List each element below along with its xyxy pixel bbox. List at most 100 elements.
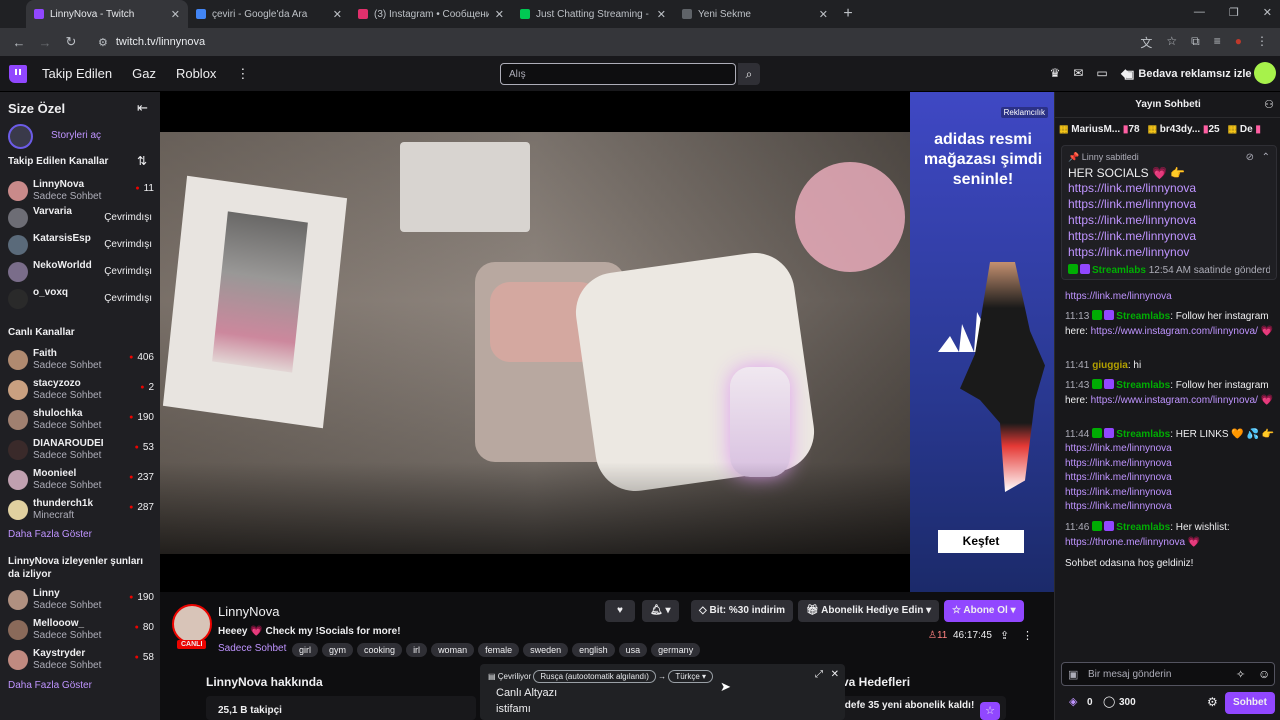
sidebar-channel[interactable]: KatarsisEsp Çevrimdışı [8, 233, 154, 259]
leaderboard-entry[interactable]: ▦ MariusM... ▮78 [1059, 124, 1140, 135]
pinned-link[interactable]: https://link.me/linnynova [1068, 196, 1270, 212]
sidebar-channel[interactable]: shulochkaSadece Sohbet 190 [8, 408, 154, 434]
sidebar-channel[interactable]: LinnyNovaSadece Sohbet 11 [8, 179, 154, 205]
chat-effects-icon[interactable]: ✧ [1236, 668, 1245, 681]
ad-label[interactable]: Reklamcılık [1000, 107, 1048, 118]
chat-link[interactable]: https://link.me/linnynova https://link.m… [1065, 442, 1172, 515]
more-options-icon[interactable]: ⋮ [1022, 629, 1033, 642]
back-icon[interactable]: ← [6, 35, 32, 50]
stream-tag[interactable]: usa [618, 643, 648, 657]
sidebar-channel[interactable]: FaithSadece Sohbet 406 [8, 348, 154, 374]
video-player[interactable] [160, 92, 910, 592]
tab-close-icon[interactable]: ✕ [657, 8, 666, 21]
adidas-ad[interactable]: Reklamcılık adidas resmi mağazası şimdi … [910, 92, 1054, 592]
prime-crown-icon[interactable]: ♛ [1050, 66, 1061, 80]
ad-cta-button[interactable]: Keşfet [938, 530, 1024, 553]
media-icon[interactable]: ≡ [1214, 34, 1221, 51]
url-field[interactable]: ⚙ twitch.tv/linnynova [90, 31, 1125, 53]
extensions-icon[interactable]: ⧉ [1191, 34, 1200, 51]
bits-discount-button[interactable]: ◇ Bit: %30 indirim [691, 600, 794, 622]
browser-tab[interactable]: Just Chatting Streaming - Live S ✕ [512, 0, 674, 28]
stream-tag[interactable]: girl [292, 643, 319, 657]
sidebar-channel[interactable]: thunderch1kMinecraft 287 [8, 498, 154, 524]
chat-link[interactable]: https://www.instagram.com/linnynova/ [1091, 326, 1258, 337]
browser-tab[interactable]: Yeni Sekme ✕ [674, 0, 836, 28]
whispers-icon[interactable]: ▭ [1096, 66, 1107, 80]
chat-link[interactable]: https://throne.me/linnynova [1065, 537, 1185, 548]
send-chat-button[interactable]: Sohbet [1225, 692, 1275, 714]
nav-roblox[interactable]: Roblox [176, 66, 216, 81]
channel-points-icon[interactable]: ◈ [1069, 695, 1077, 708]
stream-tag[interactable]: female [478, 643, 520, 657]
minimize-icon[interactable]: — [1194, 6, 1205, 19]
subscribe-button[interactable]: ☆ Abone Ol ▾ [944, 600, 1024, 622]
channel-name[interactable]: LinnyNova [218, 604, 279, 619]
twitch-logo[interactable] [9, 64, 27, 83]
bookmark-star-icon[interactable]: ☆ [1166, 34, 1177, 51]
sidebar-channel[interactable]: MoonieelSadece Sohbet 237 [8, 468, 154, 494]
notifications-button[interactable]: 🔔︎ ▾ [642, 600, 679, 622]
chat-link[interactable]: https://www.instagram.com/linnynova/ [1091, 395, 1258, 406]
hype-icon[interactable]: ◯ [1103, 695, 1115, 708]
stories-avatar[interactable] [8, 124, 33, 149]
close-window-icon[interactable]: ✕ [1263, 6, 1272, 19]
stream-category[interactable]: Sadece Sohbet [218, 643, 286, 654]
stream-tag[interactable]: english [572, 643, 615, 657]
translate-icon[interactable]: 文 [1140, 34, 1152, 51]
leaderboard-entry[interactable]: ▦ De ▮ [1228, 124, 1261, 135]
menu-icon[interactable]: ⋮ [1256, 34, 1268, 51]
user-avatar[interactable] [1254, 62, 1276, 84]
stream-tag[interactable]: sweden [523, 643, 569, 657]
stream-tag[interactable]: germany [651, 643, 701, 657]
maximize-icon[interactable]: ❐ [1229, 6, 1239, 19]
nav-gaz[interactable]: Gaz [132, 66, 156, 81]
pinned-link[interactable]: https://link.me/linnynova [1068, 228, 1270, 244]
show-more-live[interactable]: Daha Fazla Göster [8, 529, 92, 540]
chat-username[interactable]: Streamlabs [1116, 429, 1170, 440]
inbox-icon[interactable]: ✉ [1073, 66, 1083, 80]
stream-tag[interactable]: woman [431, 643, 475, 657]
sidebar-channel[interactable]: Mellooow_Sadece Sohbet 80 [8, 618, 154, 644]
browser-tab[interactable]: LinnyNova - Twitch ✕ [26, 0, 188, 28]
sidebar-channel[interactable]: o_voxq Çevrimdışı [8, 287, 154, 313]
pinned-link[interactable]: https://link.me/linnynova [1068, 180, 1270, 196]
chat-username[interactable]: Streamlabs [1116, 380, 1170, 391]
sidebar-channel[interactable]: stacyzozoSadece Sohbet 2 [8, 378, 154, 404]
sidebar-channel[interactable]: DIANAROUDERSadece Sohbet 53 [8, 438, 154, 464]
stream-tag[interactable]: irl [406, 643, 428, 657]
source-language[interactable]: Rusça (autootomatik algılandı) [533, 670, 656, 683]
site-info-icon[interactable]: ⚙ [98, 36, 108, 49]
chat-username[interactable]: giuggia [1092, 360, 1128, 371]
search-button[interactable]: ⌕ [738, 63, 760, 85]
users-icon[interactable]: ⚇ [1264, 98, 1274, 111]
sidebar-channel[interactable]: NekoWorldd Çevrimdışı [8, 260, 154, 286]
browser-tab[interactable]: (3) Instagram • Сообщения ✕ [350, 0, 512, 28]
chat-settings-icon[interactable]: ⚙ [1207, 695, 1218, 709]
forward-icon[interactable]: → [32, 35, 58, 50]
pinned-link[interactable]: https://link.me/linnynova [1068, 212, 1270, 228]
chat-username[interactable]: Streamlabs [1116, 522, 1170, 533]
close-caption-icon[interactable]: ✕ [831, 669, 839, 680]
collapse-sidebar-icon[interactable]: ⇤ [137, 100, 148, 116]
tab-close-icon[interactable]: ✕ [171, 8, 180, 21]
emote-icon[interactable]: ☺ [1258, 667, 1270, 681]
gift-sub-button[interactable]: 🎁︎ Abonelik Hediye Edin ▾ [798, 600, 940, 622]
pinned-footer-user[interactable]: Streamlabs [1092, 265, 1146, 276]
tab-close-icon[interactable]: ✕ [495, 8, 504, 21]
follow-heart-button[interactable]: ♥ [605, 600, 635, 622]
chat-identity-icon[interactable]: ▣ [1068, 668, 1078, 681]
tab-close-icon[interactable]: ✕ [819, 8, 828, 21]
tab-close-icon[interactable]: ✕ [333, 8, 342, 21]
chat-link[interactable]: https://link.me/linnynova [1065, 291, 1172, 302]
hide-pin-icon[interactable]: ⊘ [1246, 152, 1254, 163]
profile-icon[interactable]: ● [1235, 34, 1242, 51]
collapse-pin-icon[interactable]: ⌃ [1262, 152, 1270, 163]
sidebar-channel[interactable]: KaystryderSadece Sohbet 58 [8, 648, 154, 674]
target-language[interactable]: Türkçe ▾ [668, 670, 714, 683]
stream-tag[interactable]: gym [322, 643, 354, 657]
channel-avatar[interactable] [172, 604, 212, 644]
pinned-link[interactable]: https://link.me/linnynov [1068, 244, 1270, 260]
sidebar-channel[interactable]: Varvaria Çevrimdışı [8, 206, 154, 232]
stream-tag[interactable]: cooking [357, 643, 403, 657]
show-more-also[interactable]: Daha Fazla Göster [8, 680, 92, 691]
